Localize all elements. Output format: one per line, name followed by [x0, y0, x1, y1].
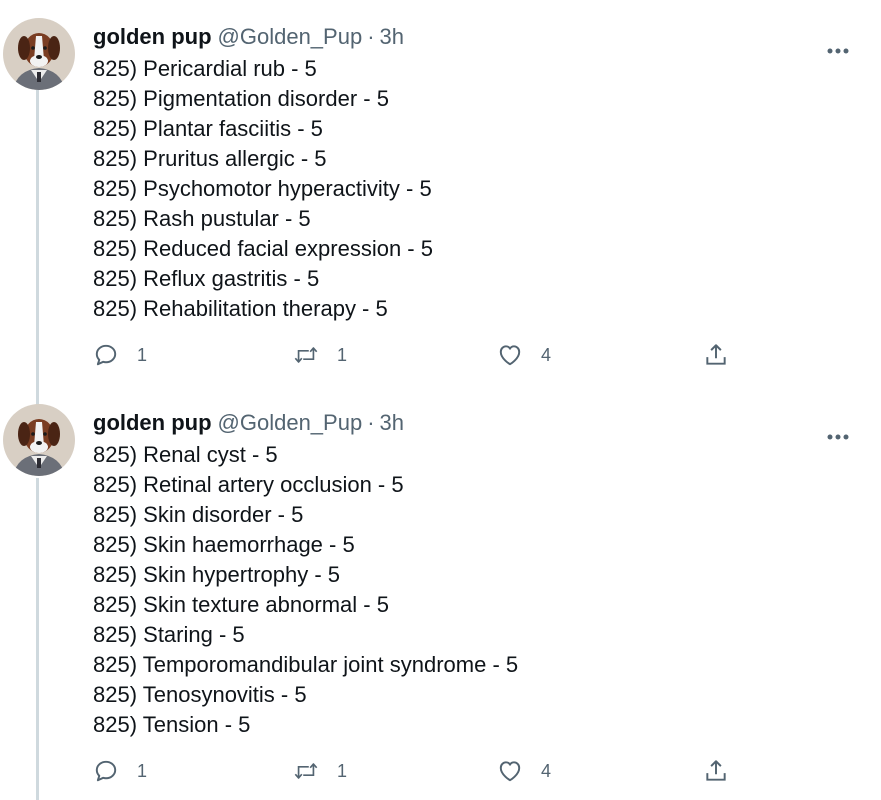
tweet-actions: 1 1 4 — [93, 756, 733, 786]
tweet-text-line: 825) Skin texture abnormal - 5 — [93, 592, 389, 617]
tweet-text: 825) Renal cyst - 5 825) Retinal artery … — [93, 440, 518, 740]
heart-icon — [497, 342, 523, 368]
tweet-text-line: 825) Tension - 5 — [93, 712, 251, 737]
tweet-text-line: 825) Plantar fasciitis - 5 — [93, 116, 323, 141]
like-count: 4 — [541, 344, 552, 365]
heart-icon — [497, 758, 523, 784]
user-handle[interactable]: @Golden_Pup — [218, 24, 363, 50]
thread-connector-line — [36, 90, 39, 405]
timestamp[interactable]: 3h — [380, 410, 404, 436]
timeline: golden pup @Golden_Pup · 3h 825) Pericar… — [0, 0, 881, 800]
header-separator: · — [367, 24, 375, 49]
tweet-text-line: 825) Temporomandibular joint syndrome - … — [93, 652, 519, 677]
more-options-button[interactable] — [822, 421, 854, 453]
tweet-text-line: 825) Reduced facial expression - 5 — [93, 236, 433, 261]
tweet-text-line: 825) Rehabilitation therapy - 5 — [93, 296, 388, 321]
tweet-text: 825) Pericardial rub - 5 825) Pigmentati… — [93, 54, 433, 324]
retweet-count: 1 — [337, 760, 348, 781]
like-count: 4 — [541, 760, 552, 781]
tweet-text-line: 825) Reflux gastritis - 5 — [93, 266, 320, 291]
share-upload-icon — [703, 342, 729, 368]
tweet-text-line: 825) Staring - 5 — [93, 622, 245, 647]
tweet-text-line: 825) Retinal artery occlusion - 5 — [93, 472, 404, 497]
avatar[interactable] — [3, 18, 75, 90]
tweet-text-line: 825) Pruritus allergic - 5 — [93, 146, 327, 171]
timestamp[interactable]: 3h — [380, 24, 404, 50]
like-button[interactable]: 4 — [497, 756, 551, 786]
header-separator: · — [367, 410, 375, 435]
tweet-actions: 1 1 4 — [93, 340, 733, 370]
tweet-text-line: 825) Tenosynovitis - 5 — [93, 682, 307, 707]
retweet-arrows-icon — [293, 342, 319, 368]
tweet-text-line: 825) Pigmentation disorder - 5 — [93, 86, 389, 111]
tweet-text-line: 825) Psychomotor hyperactivity - 5 — [93, 176, 432, 201]
reply-bubble-icon — [93, 758, 119, 784]
tweet-text-line: 825) Renal cyst - 5 — [93, 442, 278, 467]
tweet-text-line: 825) Skin haemorrhage - 5 — [93, 532, 355, 557]
avatar[interactable] — [3, 404, 75, 476]
display-name[interactable]: golden pup — [93, 24, 212, 50]
retweet-count: 1 — [337, 344, 348, 365]
user-handle[interactable]: @Golden_Pup — [218, 410, 363, 436]
share-button[interactable] — [703, 756, 729, 786]
tweet-text-line: 825) Pericardial rub - 5 — [93, 56, 317, 81]
share-upload-icon — [703, 758, 729, 784]
reply-count: 1 — [137, 344, 148, 365]
tweet-header: golden pup @Golden_Pup · 3h — [93, 410, 404, 440]
more-horizontal-icon — [827, 48, 849, 54]
tweet-text-line: 825) Rash pustular - 5 — [93, 206, 311, 231]
like-button[interactable]: 4 — [497, 340, 551, 370]
tweet-text-line: 825) Skin hypertrophy - 5 — [93, 562, 341, 587]
display-name[interactable]: golden pup — [93, 410, 212, 436]
reply-count: 1 — [137, 760, 148, 781]
more-horizontal-icon — [827, 434, 849, 440]
tweet-text-line: 825) Skin disorder - 5 — [93, 502, 304, 527]
share-button[interactable] — [703, 340, 729, 370]
thread-connector-line — [36, 478, 39, 800]
reply-button[interactable]: 1 — [93, 340, 147, 370]
retweet-button[interactable]: 1 — [293, 340, 347, 370]
retweet-button[interactable]: 1 — [293, 756, 347, 786]
retweet-arrows-icon — [293, 758, 319, 784]
reply-button[interactable]: 1 — [93, 756, 147, 786]
reply-bubble-icon — [93, 342, 119, 368]
tweet-header: golden pup @Golden_Pup · 3h — [93, 24, 404, 54]
more-options-button[interactable] — [822, 35, 854, 67]
